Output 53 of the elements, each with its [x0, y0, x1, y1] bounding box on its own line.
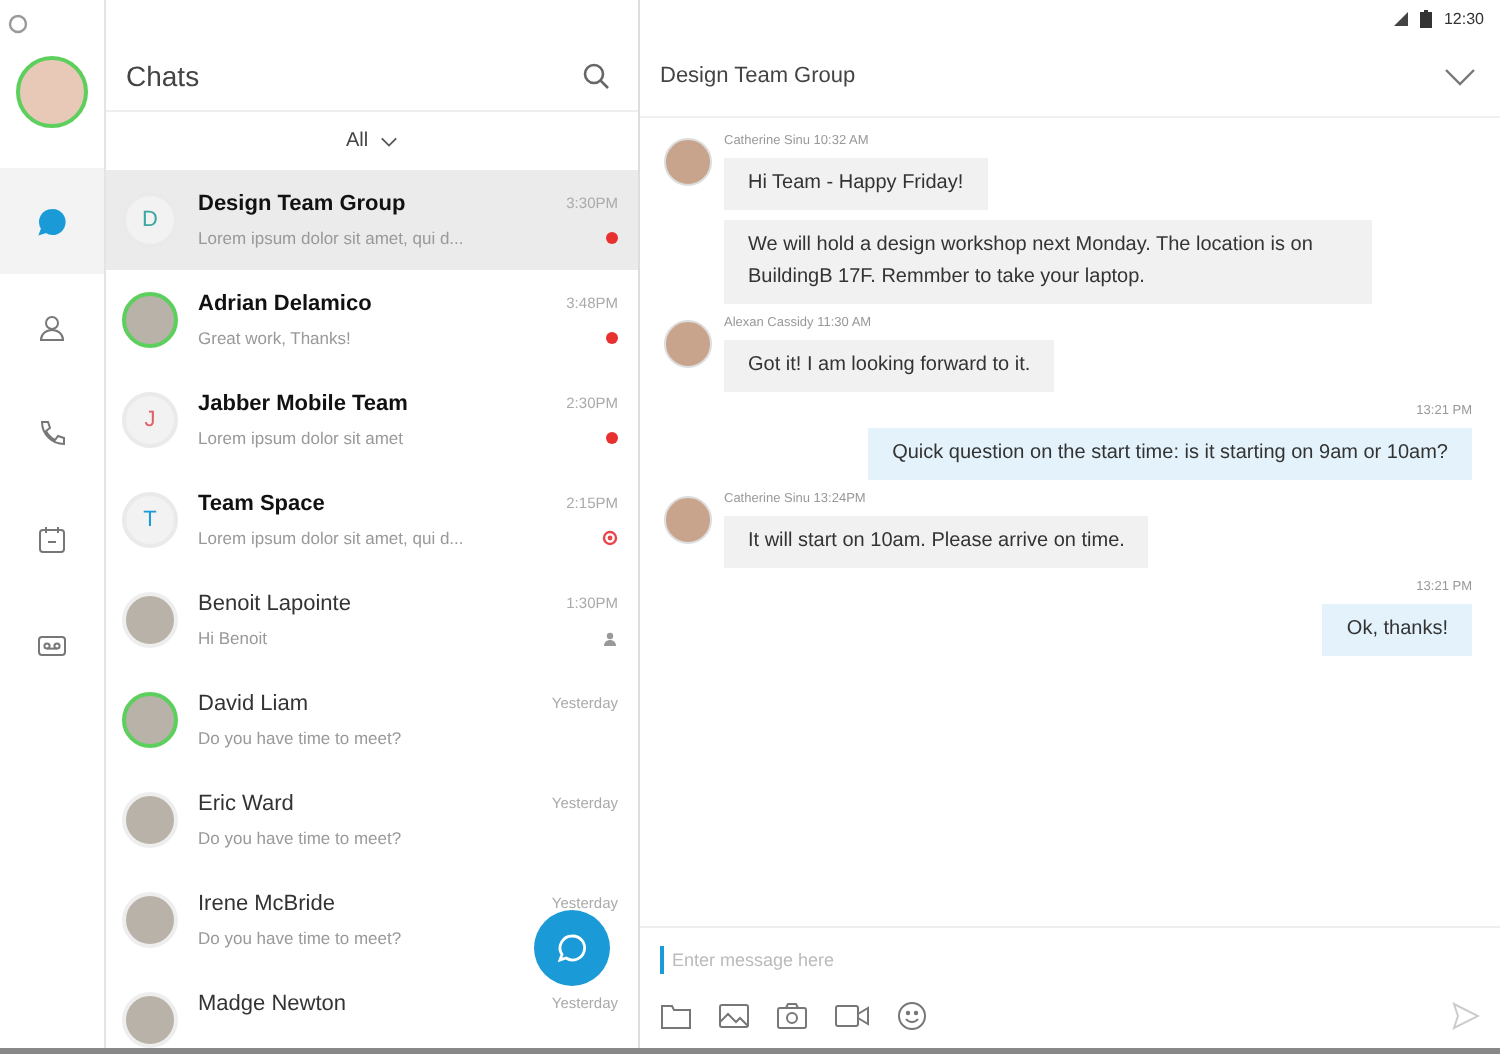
- app-logo-icon: [8, 14, 28, 34]
- contact-name: Jabber Mobile Team: [198, 391, 408, 415]
- contact-name: Irene McBride: [198, 891, 335, 915]
- chat-bubble-icon: [36, 205, 68, 237]
- letter-avatar: T: [122, 492, 178, 548]
- message-preview: Lorem ipsum dolor sit amet: [198, 427, 404, 447]
- message-preview: Lorem ipsum dolor sit amet, qui d...: [198, 527, 464, 547]
- message-bubble: Got it! I am looking forward to it.: [724, 340, 1055, 392]
- message-bubble: We will hold a design workshop next Monday. The location is on BuildingB 17F. Remmber to take your laptop.: [724, 220, 1372, 304]
- contact-name: David Liam: [198, 691, 309, 715]
- contact-name: Madge Newton: [198, 991, 346, 1015]
- user-avatar[interactable]: [16, 56, 88, 128]
- message-preview: Lorem ipsum dolor sit amet, qui d...: [198, 227, 464, 247]
- search-icon[interactable]: [582, 62, 610, 90]
- chat-bubble-icon: [554, 930, 590, 966]
- letter-avatar: J: [122, 392, 178, 448]
- sender-avatar: [664, 138, 712, 186]
- video-camera-icon[interactable]: [834, 1002, 870, 1030]
- message-bubble: Quick question on the start time: is it starting on 9am or 10am?: [868, 428, 1472, 480]
- message-preview: Great work, Thanks!: [198, 327, 351, 347]
- calendar-icon: [36, 523, 68, 555]
- folder-icon[interactable]: [660, 1002, 692, 1030]
- status-time: 12:30: [1443, 9, 1484, 27]
- new-chat-button[interactable]: [534, 910, 610, 986]
- message-bubble: Ok, thanks!: [1322, 604, 1472, 656]
- phone-icon: [36, 417, 68, 449]
- letter-avatar: D: [122, 192, 178, 248]
- image-icon[interactable]: [718, 1002, 750, 1030]
- message-bubble: It will start on 10am. Please arrive on time.: [724, 516, 1149, 568]
- message-bubble: Hi Team - Happy Friday!: [724, 158, 988, 210]
- smiley-icon[interactable]: [896, 1000, 928, 1032]
- battery-icon: [1419, 9, 1432, 27]
- message-preview: Do you have time to meet?: [198, 827, 402, 847]
- message-preview: Do you have time to meet?: [198, 927, 402, 947]
- contact-name: Benoit Lapointe: [198, 591, 351, 615]
- message-preview: Do you have time to meet?: [198, 727, 402, 747]
- conversation-title: Design Team Group: [660, 64, 856, 88]
- sender-avatar: [664, 496, 712, 544]
- signal-icon: [1393, 11, 1408, 25]
- chats-title: Chats: [126, 60, 200, 92]
- send-icon[interactable]: [1452, 1002, 1480, 1030]
- camera-icon[interactable]: [776, 1002, 808, 1030]
- contact-name: Adrian Delamico: [198, 291, 372, 315]
- message-preview: Hi Benoit: [198, 627, 267, 647]
- contact-name: Design Team Group: [198, 191, 406, 215]
- contact-name: Eric Ward: [198, 791, 294, 815]
- caret-icon: [380, 135, 399, 147]
- contact-name: Team Space: [198, 491, 325, 515]
- person-icon: [36, 311, 68, 343]
- chevron-down-icon[interactable]: [1444, 67, 1476, 85]
- nav-tab[interactable]: [0, 168, 104, 274]
- sender-avatar: [664, 320, 712, 368]
- filter-dropdown[interactable]: All: [341, 126, 403, 156]
